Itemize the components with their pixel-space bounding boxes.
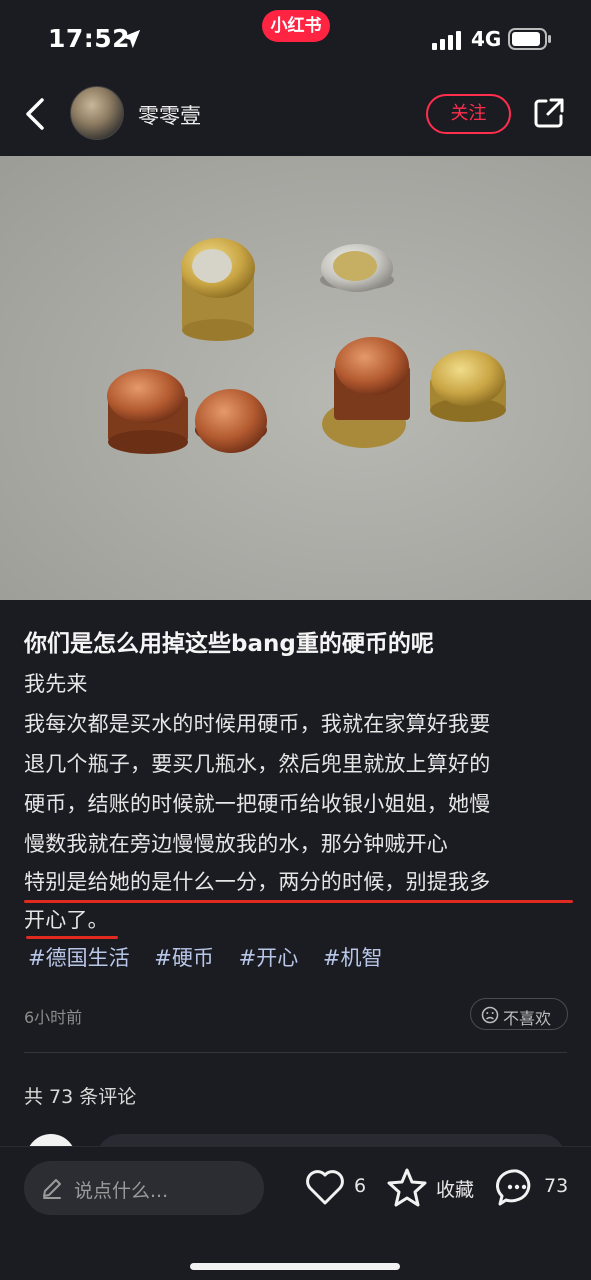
star-icon — [387, 1168, 427, 1207]
sad-face-icon — [481, 1006, 499, 1024]
network-type: 4G — [471, 27, 502, 51]
comment-count: 73 — [544, 1175, 569, 1197]
post-body-line: 硬币，结账的时候就一把硬币给收银小姐姐，她慢 — [24, 792, 491, 816]
comment-icon — [496, 1169, 531, 1206]
location-arrow-icon — [121, 29, 141, 49]
tag-link[interactable]: #德国生活 — [28, 946, 130, 970]
heart-icon — [306, 1170, 344, 1205]
tag-link[interactable]: #硬币 — [154, 946, 214, 970]
app-brand-badge: 小红书 — [262, 10, 330, 42]
signal-icon — [432, 31, 461, 50]
coin-stack-copper-left — [107, 369, 185, 423]
dislike-label: 不喜欢 — [503, 1009, 552, 1028]
coins-photo — [107, 238, 506, 454]
collect-button[interactable]: 收藏 — [386, 1165, 478, 1209]
comment-count-text: 共 73 条评论 — [24, 1086, 137, 1108]
battery-icon — [508, 28, 551, 50]
author-name[interactable]: 零零壹 — [138, 100, 201, 130]
follow-button[interactable]: 关注 — [426, 94, 511, 134]
post-body-line: 特别是给她的是什么一分，两分的时候，别提我多 — [24, 870, 491, 894]
post-header: 零零壹 关注 — [0, 80, 591, 156]
comment-input-placeholder: 说点什么... — [74, 1180, 169, 1202]
post-body-line: 慢数我就在旁边慢慢放我的水，那分钟贼开心 — [24, 832, 448, 856]
coin-copper-middle — [195, 389, 267, 453]
post-body-line: 我先来 — [24, 672, 88, 696]
post-timestamp: 6小时前 — [24, 1008, 83, 1027]
status-bar: 17:52 小红书 4G — [0, 0, 591, 80]
coin-stack-gold-right — [431, 350, 505, 406]
coin-stack-copper-right — [335, 337, 409, 395]
post-image[interactable] — [0, 156, 591, 600]
divider — [24, 1052, 567, 1053]
bottom-action-bar: 说点什么... 6 收藏 73 — [0, 1146, 591, 1280]
tag-link[interactable]: #开心 — [239, 946, 299, 970]
highlight-underline — [24, 900, 573, 903]
home-indicator[interactable] — [190, 1263, 400, 1270]
author-avatar[interactable] — [70, 86, 124, 140]
status-time: 17:52 — [48, 24, 131, 53]
tag-list: #德国生活 #硬币 #开心 #机智 — [28, 942, 401, 972]
post-body-line: 退几个瓶子，要买几瓶水，然后兜里就放上算好的 — [24, 752, 491, 776]
like-button[interactable]: 6 — [304, 1165, 374, 1209]
like-count: 6 — [354, 1175, 367, 1197]
dislike-button[interactable]: 不喜欢 — [470, 998, 568, 1030]
post-body-line: 开心了。 — [24, 908, 109, 932]
highlight-underline — [26, 936, 118, 939]
tag-link[interactable]: #机智 — [323, 946, 383, 970]
back-icon[interactable] — [22, 96, 50, 132]
collect-label: 收藏 — [436, 1179, 475, 1201]
post-title: 你们是怎么用掉这些bang重的硬币的呢 — [24, 631, 434, 657]
comment-input[interactable]: 说点什么... — [24, 1161, 264, 1215]
pen-icon — [43, 1179, 61, 1199]
share-icon[interactable] — [532, 96, 566, 130]
comments-button[interactable]: 73 — [496, 1165, 576, 1209]
post-body-line: 我每次都是买水的时候用硬币，我就在家算好我要 — [24, 712, 491, 736]
